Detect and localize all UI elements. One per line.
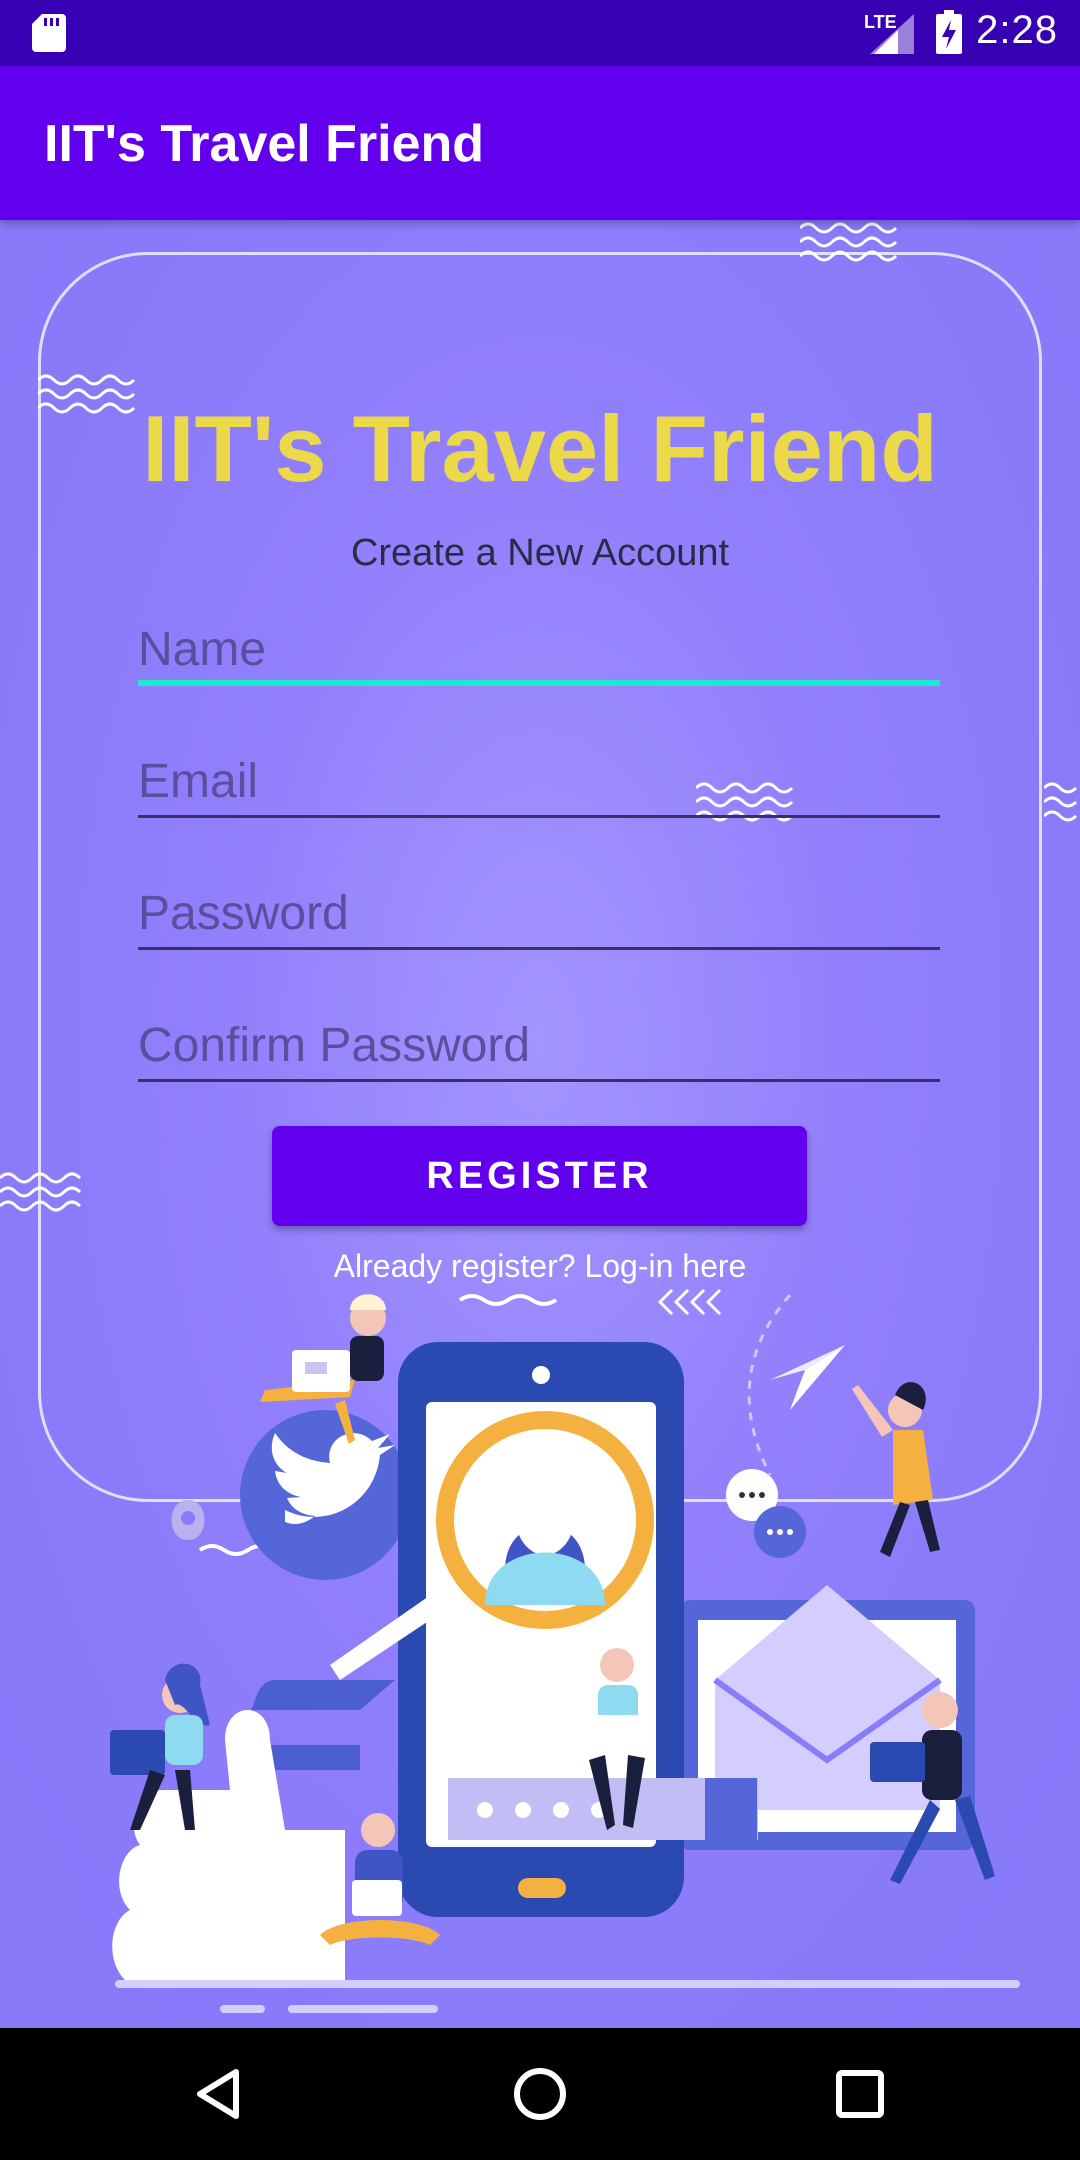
confirm-password-input[interactable] xyxy=(138,1012,940,1078)
email-field[interactable] xyxy=(138,748,940,818)
password-input[interactable] xyxy=(138,880,940,946)
confirm-password-underline xyxy=(138,1079,940,1082)
lte-signal-icon xyxy=(870,14,914,54)
wave-decoration-icon xyxy=(800,222,898,262)
status-time: 2:28 xyxy=(976,8,1058,52)
password-underline xyxy=(138,947,940,950)
social-media-illustration xyxy=(110,1288,1020,2013)
status-bar: LTE 2:28 xyxy=(0,0,1080,66)
navigation-bar xyxy=(0,2028,1080,2160)
name-field[interactable] xyxy=(138,616,940,686)
password-field[interactable] xyxy=(138,880,940,950)
battery-charging-icon xyxy=(936,10,962,54)
sd-card-icon xyxy=(32,14,66,52)
email-underline xyxy=(138,815,940,818)
form-subheading: Create a New Account xyxy=(350,532,730,574)
name-underline xyxy=(138,680,940,686)
register-button[interactable]: REGISTER xyxy=(272,1126,807,1226)
name-input[interactable] xyxy=(138,616,940,682)
email-input[interactable] xyxy=(138,748,940,814)
wave-decoration-icon xyxy=(0,1172,82,1212)
home-icon[interactable] xyxy=(504,2058,576,2130)
recents-icon[interactable] xyxy=(824,2058,896,2130)
confirm-password-field[interactable] xyxy=(138,1012,940,1082)
form-heading: IIT's Travel Friend xyxy=(142,396,938,501)
app-bar-title: IIT's Travel Friend xyxy=(44,115,485,173)
app-bar: IIT's Travel Friend xyxy=(0,66,1080,220)
register-screen: LTE 2:28 IIT's Travel Friend IIT's Trave… xyxy=(0,0,1080,2160)
back-icon[interactable] xyxy=(184,2058,256,2130)
content-area: IIT's Travel Friend Create a New Account… xyxy=(0,220,1080,2028)
wave-decoration-icon xyxy=(1044,782,1078,822)
